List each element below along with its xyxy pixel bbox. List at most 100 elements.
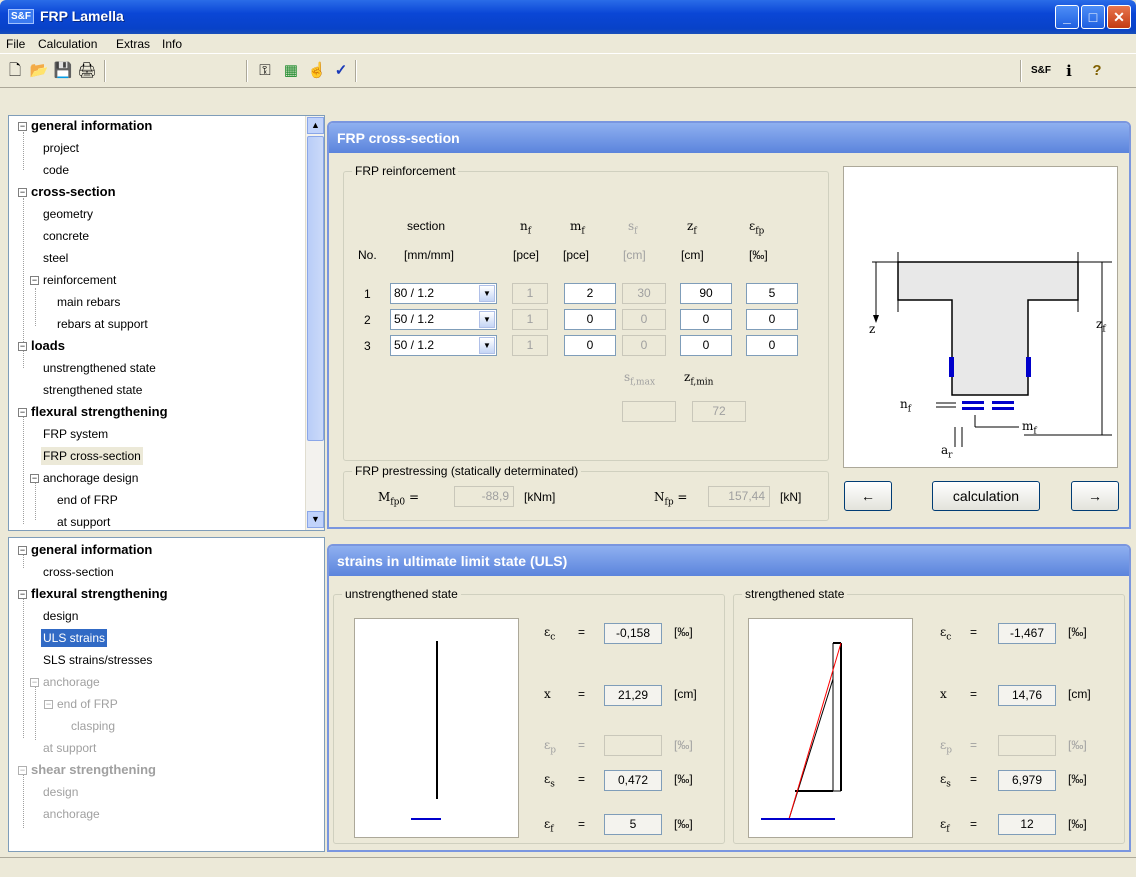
tree-item-anchorage[interactable]: anchorage (43, 805, 100, 823)
chevron-down-icon[interactable]: ▼ (479, 285, 495, 302)
tree-item-cross-section[interactable]: cross-section (31, 183, 116, 201)
x-field: 14,76 (998, 685, 1056, 706)
collapse-icon[interactable]: − (30, 276, 39, 285)
unstrengthened-state-group: unstrengthened state εc = -0,158 [‰] x =… (333, 587, 725, 844)
print-icon[interactable]: 🖨 (76, 61, 98, 81)
sfmax-field (622, 401, 676, 422)
collapse-icon[interactable]: − (30, 474, 39, 483)
collapse-icon[interactable]: − (18, 590, 27, 599)
tree-item-shear-strengthening[interactable]: shear strengthening (31, 761, 156, 779)
efp-field[interactable]: 0 (746, 335, 798, 356)
next-arrow-icon[interactable]: → (1071, 481, 1119, 511)
calculation-button[interactable]: calculation (932, 481, 1040, 511)
maximize-button[interactable]: □ (1081, 5, 1105, 29)
collapse-icon[interactable]: − (18, 766, 27, 775)
mf-field[interactable]: 2 (564, 283, 616, 304)
tree-item-rebars-at-support[interactable]: rebars at support (57, 315, 148, 333)
scroll-up-icon[interactable]: ▲ (307, 117, 324, 134)
new-file-icon[interactable]: 🗋 (4, 61, 26, 81)
tree-item-strengthened-state[interactable]: strengthened state (43, 381, 142, 399)
collapse-icon[interactable]: − (18, 122, 27, 131)
tree-item-clasping[interactable]: clasping (71, 717, 115, 735)
collapse-icon[interactable]: − (18, 342, 27, 351)
tree-item-geometry[interactable]: geometry (43, 205, 93, 223)
collapse-icon[interactable]: − (44, 700, 53, 709)
tree-item-general-information[interactable]: general information (31, 117, 152, 135)
tree-item-sls-strains-stresses[interactable]: SLS strains/stresses (43, 651, 152, 669)
menu-file[interactable]: File (6, 37, 25, 51)
save-icon[interactable]: 💾 (52, 61, 74, 81)
tree-item-design[interactable]: design (43, 783, 78, 801)
mf-field[interactable]: 0 (564, 335, 616, 356)
open-folder-icon[interactable]: 📂 (28, 61, 50, 81)
label-ep: εp (940, 738, 952, 756)
tree-item-loads[interactable]: loads (31, 337, 65, 355)
tree-item-main-rebars[interactable]: main rebars (57, 293, 120, 311)
tree-item-end-of-frp[interactable]: end of FRP (57, 695, 118, 713)
tree-item-cross-section[interactable]: cross-section (43, 563, 114, 581)
collapse-icon[interactable]: − (18, 546, 27, 555)
tree-item-unstrengthened-state[interactable]: unstrengthened state (43, 359, 156, 377)
check-icon[interactable]: ✓ (330, 61, 352, 81)
close-button[interactable]: ✕ (1107, 5, 1131, 29)
tree-item-design[interactable]: design (43, 607, 78, 625)
chevron-down-icon[interactable]: ▼ (479, 311, 495, 328)
tree-item-reinforcement[interactable]: reinforcement (43, 271, 116, 289)
sf-field: 30 (622, 283, 666, 304)
efp-field[interactable]: 5 (746, 283, 798, 304)
tree-item-anchorage-design[interactable]: anchorage design (43, 469, 138, 487)
tree-item-at-support[interactable]: at support (57, 513, 110, 530)
header-sf: sf (628, 219, 638, 237)
efp-field[interactable]: 0 (746, 309, 798, 330)
collapse-icon[interactable]: − (18, 408, 27, 417)
calculator-icon[interactable]: ▦ (280, 61, 302, 81)
label-ef: εf (940, 817, 950, 835)
tree-item-anchorage[interactable]: anchorage (43, 673, 100, 691)
label-ar: ar (941, 443, 953, 461)
menu-extras[interactable]: Extras (116, 37, 150, 51)
tree-item-frp-system[interactable]: FRP system (43, 425, 108, 443)
strain-plot (761, 642, 842, 820)
previous-arrow-icon[interactable]: ← (844, 481, 892, 511)
header-mf: mf (570, 219, 585, 237)
menu-calculation[interactable]: Calculation (38, 37, 97, 51)
scroll-thumb[interactable] (307, 136, 324, 441)
tree-item-flexural-strengthening[interactable]: flexural strengthening (31, 403, 168, 421)
mf-field[interactable]: 0 (564, 309, 616, 330)
ec-field: -0,158 (604, 623, 662, 644)
key-icon[interactable]: ⚿ (254, 61, 276, 81)
label-zf: zf (1096, 317, 1106, 335)
tree-item-code[interactable]: code (43, 161, 69, 179)
info-icon[interactable]: i (1058, 61, 1080, 81)
tree-item-frp-cross-section[interactable]: FRP cross-section (41, 447, 143, 465)
tree-scrollbar[interactable]: ▲ ▼ (305, 116, 324, 530)
collapse-icon[interactable]: − (18, 188, 27, 197)
tree-item-uls-strains[interactable]: ULS strains (41, 629, 108, 647)
chevron-down-icon[interactable]: ▼ (479, 337, 495, 354)
section-select[interactable]: 50 / 1.2 ▼ (390, 335, 497, 356)
minimize-button[interactable]: _ (1055, 5, 1079, 29)
section-select[interactable]: 50 / 1.2 ▼ (390, 309, 497, 330)
collapse-icon[interactable]: − (30, 678, 39, 687)
hand-icon[interactable]: ☝ (306, 61, 328, 81)
zf-field[interactable]: 90 (680, 283, 732, 304)
label-mfp0: Mfp0 = (378, 490, 419, 508)
help-icon[interactable]: ? (1086, 61, 1108, 81)
header-no: No. (358, 248, 377, 262)
nf-field: 1 (512, 283, 548, 304)
tree-item-general-information[interactable]: general information (31, 541, 152, 559)
tree-item-concrete[interactable]: concrete (43, 227, 89, 245)
section-select[interactable]: 80 / 1.2 ▼ (390, 283, 497, 304)
tree-item-steel[interactable]: steel (43, 249, 68, 267)
sf-field: 0 (622, 309, 666, 330)
tree-item-project[interactable]: project (43, 139, 79, 157)
zf-field[interactable]: 0 (680, 309, 732, 330)
tree-item-end-of-frp[interactable]: end of FRP (57, 491, 118, 509)
menu-info[interactable]: Info (162, 37, 182, 51)
tree-item-at-support[interactable]: at support (43, 739, 96, 757)
scroll-down-icon[interactable]: ▼ (307, 511, 324, 528)
sf-logo-icon[interactable]: S&F (1030, 61, 1052, 81)
ec-field: -1,467 (998, 623, 1056, 644)
zf-field[interactable]: 0 (680, 335, 732, 356)
tree-item-flexural-strengthening[interactable]: flexural strengthening (31, 585, 168, 603)
